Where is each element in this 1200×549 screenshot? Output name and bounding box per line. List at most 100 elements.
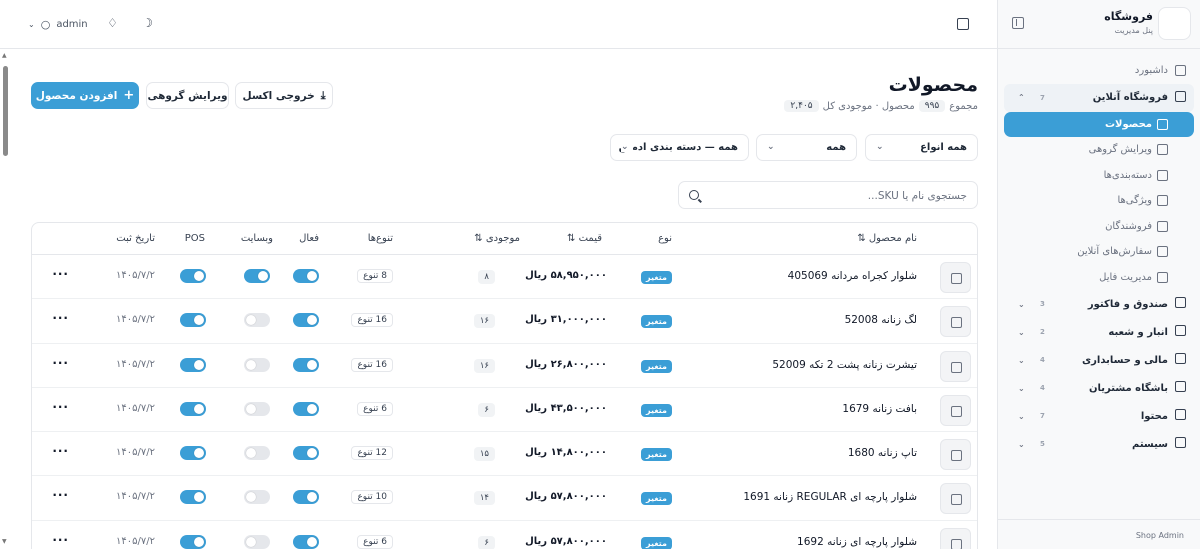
product-name[interactable]: شلوار کجراه مردانه 405069 [788, 270, 917, 282]
product-price: ۵۷,۸۰۰,۰۰۰ ریال [525, 535, 607, 547]
sidebar-header: فروشگاه پنل مدیریت [998, 0, 1200, 49]
header-website: وبسایت [240, 233, 273, 244]
sidebar-item-12[interactable]: باشگاه مشتریان 4 ⌄ [1004, 374, 1194, 402]
stock-badge: ۱۴ [473, 491, 495, 506]
website-toggle[interactable] [244, 401, 270, 416]
header-price[interactable]: قیمت ⇅ [567, 233, 602, 244]
sidebar-item-2[interactable]: محصولات [1004, 111, 1194, 137]
sidebar-item-6[interactable]: فروشندگان [1004, 214, 1194, 240]
product-name[interactable]: لگ زنانه 52008 [845, 314, 917, 326]
pos-toggle[interactable] [180, 313, 206, 328]
pos-toggle[interactable] [180, 269, 206, 283]
sidebar-item-label: باشگاه مشتریان [1088, 382, 1168, 394]
image-placeholder-icon[interactable] [940, 439, 971, 471]
user-menu[interactable]: ⌄ ○ admin [28, 18, 88, 31]
search-input[interactable] [707, 187, 967, 204]
more-actions-icon[interactable]: ··· [52, 400, 69, 414]
store-icon [1175, 90, 1186, 102]
product-name[interactable]: شلوار پارچه ای زنانه 1692 [797, 536, 917, 548]
active-toggle[interactable] [293, 313, 319, 328]
sidebar-item-14[interactable]: سیستم 5 ⌄ [1004, 430, 1194, 458]
scroll-down-arrow[interactable]: ▼ [2, 538, 7, 545]
more-actions-icon[interactable]: ··· [52, 444, 69, 458]
stock-total-badge: ۲,۴۰۵ [784, 100, 819, 112]
variants-badge: 6 تنوع [357, 401, 393, 416]
sidebar-item-3[interactable]: ویرایش گروهی [1004, 137, 1194, 163]
active-toggle[interactable] [293, 269, 319, 283]
table-header: نام محصول ⇅ نوع قیمت ⇅ موجودی ⇅ تنوع‌ها … [32, 223, 977, 255]
image-placeholder-icon[interactable] [940, 483, 971, 515]
sidebar-item-10[interactable]: انبار و شعبه 2 ⌄ [1004, 318, 1194, 346]
active-toggle[interactable] [293, 534, 319, 549]
scroll-up-arrow[interactable]: ▲ [2, 52, 7, 59]
more-actions-icon[interactable]: ··· [52, 488, 69, 502]
product-name[interactable]: شلوار پارچه ای REGULAR زنانه 1691 [743, 491, 917, 503]
pos-toggle[interactable] [180, 357, 206, 372]
bank-icon [1175, 353, 1186, 364]
sidebar-item-9[interactable]: صندوق و فاکتور 3 ⌄ [1004, 290, 1194, 318]
product-price: ۲۶,۸۰۰,۰۰۰ ریال [525, 358, 607, 370]
more-actions-icon[interactable]: ··· [52, 311, 69, 325]
more-actions-icon[interactable]: ··· [52, 356, 69, 370]
header-name[interactable]: نام محصول ⇅ [857, 233, 917, 244]
image-placeholder-icon[interactable] [940, 262, 971, 293]
table-row[interactable]: بافت زنانه 1679 متغیر ۴۳,۵۰۰,۰۰۰ ریال ۶ 6 تن… [32, 388, 977, 433]
image-placeholder-icon[interactable] [940, 394, 971, 426]
table-row[interactable]: شلوار کجراه مردانه 405069 متغیر ۵۸,۹۵۰,۰۰۰… [32, 255, 977, 300]
active-toggle[interactable] [293, 357, 319, 372]
pos-toggle[interactable] [180, 401, 206, 416]
active-toggle[interactable] [293, 490, 319, 505]
sidebar-item-4[interactable]: دسته‌بندی‌ها [1004, 163, 1194, 189]
add-product-button[interactable]: + افزودن محصول [31, 82, 139, 109]
footer-label: Shop Admin [1135, 531, 1184, 540]
sidebar-item-1[interactable]: فروشگاه آنلاین 7 ⌃ [1004, 83, 1194, 112]
category-filter-select[interactable]: همه — دسته بندی ادمین ⌄ [610, 134, 749, 161]
sidebar-item-13[interactable]: محتوا 7 ⌄ [1004, 402, 1194, 430]
image-placeholder-icon[interactable] [940, 306, 971, 338]
sidebar-item-count: 5 [1040, 440, 1045, 448]
product-name[interactable]: تاپ زنانه 1680 [848, 447, 917, 459]
website-toggle[interactable] [244, 313, 270, 328]
image-placeholder-icon[interactable] [940, 350, 971, 382]
header-pos: POS [184, 233, 205, 244]
website-toggle[interactable] [244, 534, 270, 549]
scrollbar-thumb[interactable] [3, 66, 8, 156]
export-excel-button[interactable]: ⤓ خروجی اکسل [235, 82, 333, 109]
website-toggle[interactable] [244, 357, 270, 372]
sidebar-item-label: مالی و حسابداری [1081, 354, 1168, 366]
pos-toggle[interactable] [180, 534, 206, 549]
status-filter-select[interactable]: همه ⌄ [756, 134, 857, 161]
bell-icon[interactable]: ♢ [106, 17, 119, 30]
sidebar-collapse-icon[interactable] [1012, 17, 1024, 29]
more-actions-icon[interactable]: ··· [52, 533, 69, 547]
sidebar-item-7[interactable]: سفارش‌های آنلاین [1004, 239, 1194, 265]
active-toggle[interactable] [293, 401, 319, 416]
website-toggle[interactable] [244, 490, 270, 505]
more-actions-icon[interactable]: ··· [52, 267, 69, 281]
sidebar-item-5[interactable]: ویژگی‌ها [1004, 188, 1194, 214]
bulk-edit-button[interactable]: ویرایش گروهی [146, 82, 229, 109]
active-toggle[interactable] [293, 446, 319, 461]
table-row[interactable]: شلوار پارچه ای REGULAR زنانه 1691 متغیر ۵۷… [32, 476, 977, 521]
sidebar-item-label: محتوا [1140, 410, 1168, 422]
moon-icon[interactable]: ☽ [141, 17, 154, 30]
type-filter-select[interactable]: همه انواع ⌄ [865, 134, 978, 161]
table-row[interactable]: لگ زنانه 52008 متغیر ۳۱,۰۰۰,۰۰۰ ریال ۱۶ 16 ت… [32, 299, 977, 344]
website-toggle[interactable] [244, 446, 270, 461]
product-name[interactable]: تیشرت زنانه پشت 2 تکه 52009 [772, 359, 917, 371]
pos-toggle[interactable] [180, 490, 206, 505]
table-row[interactable]: تاپ زنانه 1680 متغیر ۱۴,۸۰۰,۰۰۰ ریال ۱۵ 12 ت… [32, 432, 977, 477]
sidebar-item-0[interactable]: داشبورد [1004, 58, 1194, 84]
table-row[interactable]: شلوار پارچه ای زنانه 1692 متغیر ۵۷,۸۰۰,۰۰۰… [32, 521, 977, 549]
sidebar-item-8[interactable]: مدیریت فایل [1004, 265, 1194, 291]
product-name[interactable]: بافت زنانه 1679 [842, 403, 917, 415]
panel-toggle-icon[interactable] [957, 18, 969, 30]
website-toggle[interactable] [244, 269, 270, 283]
image-placeholder-icon[interactable] [940, 527, 971, 549]
pos-toggle[interactable] [180, 446, 206, 461]
header-stock[interactable]: موجودی ⇅ [474, 233, 520, 244]
product-price: ۳۱,۰۰۰,۰۰۰ ریال [525, 314, 607, 326]
table-row[interactable]: تیشرت زنانه پشت 2 تکه 52009 متغیر ۲۶,۸۰۰,۰… [32, 344, 977, 388]
sidebar-item-11[interactable]: مالی و حسابداری 4 ⌄ [1004, 346, 1194, 374]
box-icon [1157, 118, 1168, 130]
